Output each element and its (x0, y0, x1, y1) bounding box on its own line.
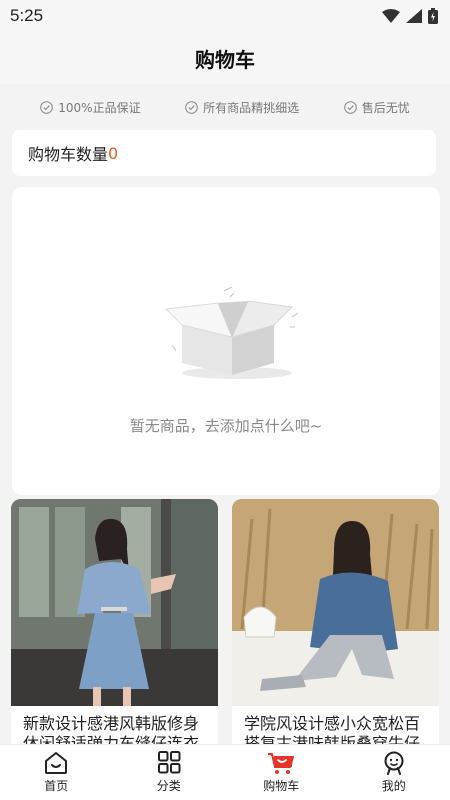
status-bar: 5:25 (0, 0, 450, 32)
home-icon (43, 751, 69, 775)
guarantee-label: 100%正品保证 (58, 100, 141, 115)
tab-home[interactable]: 首页 (0, 745, 113, 800)
tab-label: 首页 (44, 779, 69, 793)
tab-category[interactable]: 分类 (113, 745, 226, 800)
bottom-tab-bar: 首页 分类 购物车 我的 (0, 744, 450, 800)
check-circle-icon (40, 100, 54, 114)
tab-label: 我的 (381, 779, 406, 793)
empty-cart-card: 暂无商品，去添加点什么吧~ (12, 187, 440, 495)
product-image[interactable] (11, 499, 218, 706)
cart-count-value: 0 (108, 143, 119, 163)
product-title[interactable]: 新款设计感港风韩版修身休闲舒适弹力车缝仔连衣裙 (11, 706, 218, 744)
guarantee-item: 所有商品精挑细选 (185, 99, 299, 116)
tab-label: 购物车 (263, 779, 300, 793)
guarantee-item: 100%正品保证 (40, 99, 141, 116)
guarantee-label: 所有商品精挑细选 (203, 100, 300, 115)
product-card[interactable]: 新款设计感港风韩版修身休闲舒适弹力车缝仔连衣裙 (11, 499, 218, 744)
profile-icon (381, 751, 407, 775)
wifi-icon (382, 9, 400, 23)
product-image[interactable] (232, 499, 439, 706)
status-icons (382, 8, 438, 24)
battery-icon (428, 8, 438, 24)
recommended-products: 新款设计感港风韩版修身休闲舒适弹力车缝仔连衣裙 学院风设计感小众宽松百搭复古港味… (11, 499, 439, 744)
tab-cart[interactable]: 购物车 (225, 745, 338, 800)
cart-icon (267, 751, 295, 775)
cart-count-label: 购物车数量 (28, 145, 109, 164)
page-header: 购物车 (0, 32, 450, 84)
tab-label: 分类 (156, 779, 181, 793)
cart-count-card: 购物车数量 0 (12, 130, 436, 176)
product-title[interactable]: 学院风设计感小众宽松百搭复古港味韩版叠穿牛仔外套 (232, 706, 439, 744)
empty-state-text: 暂无商品，去添加点什么吧~ (129, 417, 323, 435)
check-circle-icon (185, 100, 198, 114)
guarantee-label: 售后无忧 (361, 100, 410, 115)
product-card[interactable]: 学院风设计感小众宽松百搭复古港味韩版叠穿牛仔外套 (232, 499, 439, 744)
check-circle-icon (343, 100, 357, 114)
signal-icon (406, 9, 422, 23)
page-title: 购物车 (195, 47, 255, 72)
grid-icon (156, 751, 182, 775)
empty-box-icon (162, 286, 317, 382)
guarantee-item: 售后无忧 (343, 99, 410, 116)
status-time: 5:25 (10, 6, 44, 25)
tab-mine[interactable]: 我的 (338, 745, 450, 800)
guarantee-bar: 100%正品保证 所有商品精挑细选 售后无忧 (0, 90, 450, 124)
